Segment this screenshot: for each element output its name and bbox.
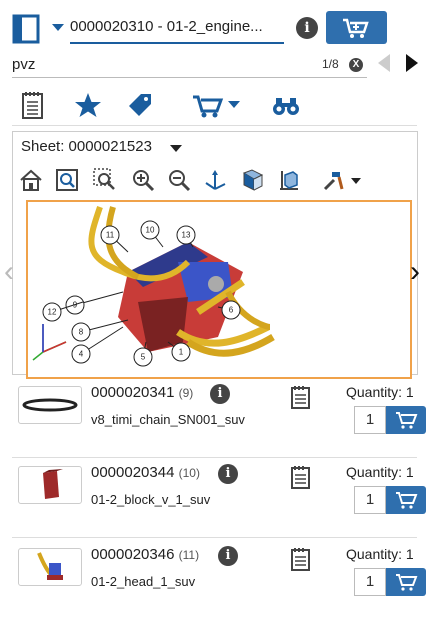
callout-label: 1 [179,348,184,357]
part-thumbnail [18,386,82,424]
add-to-cart-button[interactable] [326,11,387,44]
add-to-cart-button[interactable] [386,486,426,514]
info-icon[interactable]: i [218,546,238,566]
callout-label: 5 [141,353,146,362]
chevron-down-icon[interactable] [170,145,182,152]
chevron-left-icon[interactable]: ‹ [4,255,14,289]
cart-plus-icon [396,574,418,591]
quantity-label: Quantity: 1 [346,384,414,400]
document-select[interactable]: 0000020310 - 01-2_engine... [70,14,284,44]
tag-icon[interactable] [125,88,155,122]
parts-list-icon[interactable] [290,384,312,410]
parts-list-icon[interactable] [21,88,45,122]
list-divider [12,537,417,538]
search-result-count: 1/8 [322,57,339,71]
engine-model-image: 11 10 13 9 12 8 6 4 5 1 [32,206,275,367]
chevron-right-icon[interactable]: › [410,255,420,289]
part-name: 01-2_head_1_suv [91,574,196,589]
callout-label: 8 [79,328,84,337]
list-item[interactable]: 0000020346 (11) i 01-2_head_1_suv Quanti… [0,540,429,620]
part-thumbnail [18,466,82,504]
parts-list-icon[interactable] [290,546,312,572]
cart-plus-icon [343,18,369,38]
part-number: 0000020346 (11) [91,546,200,563]
home-icon[interactable] [18,167,44,193]
tools-icon[interactable] [320,167,346,193]
callout-label: 4 [79,350,84,359]
callout-label: 12 [48,308,57,317]
callout-label: 6 [229,306,234,315]
info-icon[interactable]: i [296,17,318,39]
cart-plus-icon [396,412,418,429]
part-name: v8_timi_chain_SN001_suv [91,412,245,427]
part-index: (11) [178,548,200,562]
model-viewer-canvas[interactable]: 11 10 13 9 12 8 6 4 5 1 [26,200,412,379]
part-index: (9) [178,386,194,400]
callout-label: 9 [73,301,78,310]
quantity-input[interactable]: 1 [354,568,386,596]
quantity-input[interactable]: 1 [354,486,386,514]
part-number: 0000020344 (10) [91,464,200,481]
cart-icon[interactable] [190,88,244,122]
info-icon[interactable]: i [210,384,230,404]
part-thumbnail [18,548,82,586]
document-icon[interactable] [12,14,46,44]
chevron-down-icon[interactable] [351,178,361,184]
part-index: (10) [178,466,200,480]
star-icon[interactable] [74,88,102,122]
parts-list-icon[interactable] [290,464,312,490]
zoom-out-icon[interactable] [166,167,192,193]
previous-result-icon[interactable] [378,54,390,72]
zoom-fit-icon[interactable] [92,167,118,193]
binoculars-icon[interactable] [270,88,302,122]
sheet-select[interactable]: Sheet: 0000021523 [21,138,152,155]
callout-label: 11 [106,231,115,240]
chevron-down-icon[interactable] [52,24,64,31]
part-name: 01-2_block_v_1_suv [91,492,211,507]
info-icon[interactable]: i [218,464,238,484]
rotate-view-icon[interactable] [240,167,266,193]
quantity-label: Quantity: 1 [346,464,414,480]
section-view-icon[interactable] [276,167,302,193]
add-to-cart-button[interactable] [386,406,426,434]
quantity-label: Quantity: 1 [346,546,414,562]
search-input[interactable]: pvz [12,53,367,78]
zoom-in-icon[interactable] [130,167,156,193]
cart-plus-icon [396,492,418,509]
next-result-icon[interactable] [406,54,418,72]
part-number: 0000020341 (9) [91,384,194,401]
zoom-window-icon[interactable] [54,167,80,193]
axes-icon[interactable] [202,167,228,193]
add-to-cart-button[interactable] [386,568,426,596]
callout-label: 13 [182,231,191,240]
list-item[interactable]: 0000020344 (10) i 01-2_block_v_1_suv Qua… [0,458,429,538]
toolbar-divider [12,125,417,126]
clear-search-icon[interactable]: X [349,58,363,72]
list-item[interactable]: 0000020341 (9) i v8_timi_chain_SN001_suv… [0,378,429,458]
callout-label: 10 [146,226,155,235]
quantity-input[interactable]: 1 [354,406,386,434]
